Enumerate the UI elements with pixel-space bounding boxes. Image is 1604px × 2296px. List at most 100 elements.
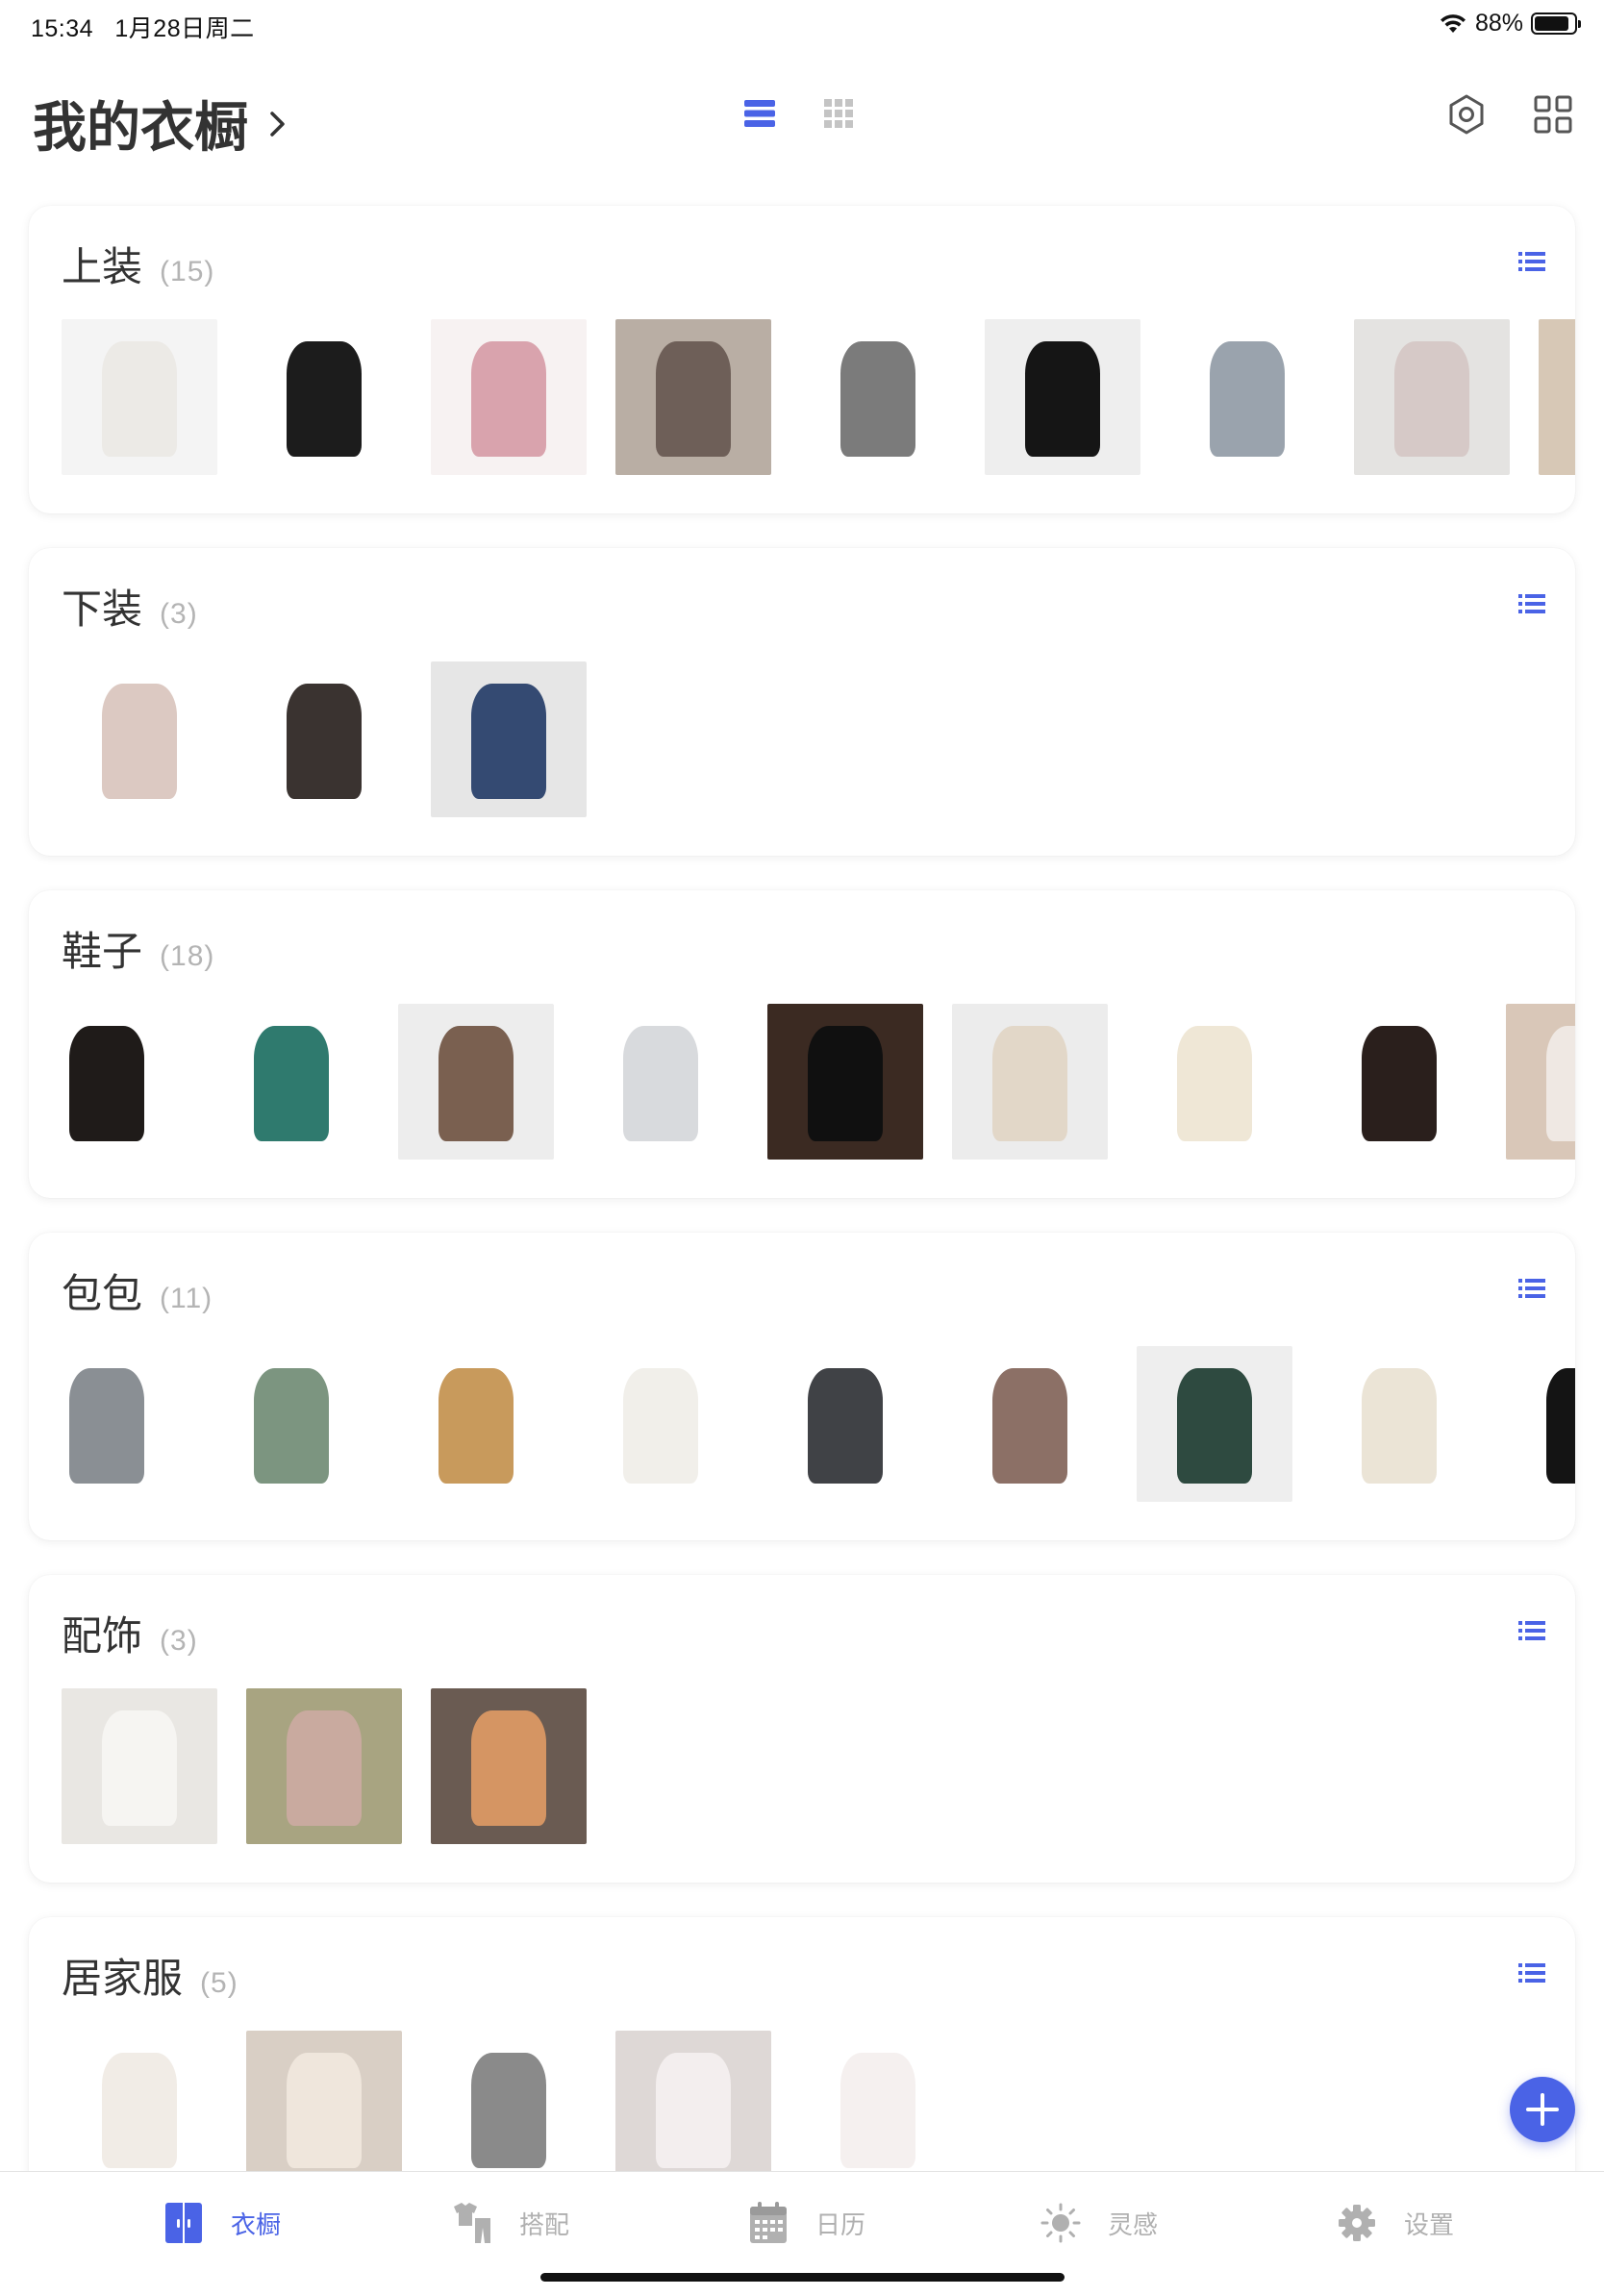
item-photo — [1210, 340, 1285, 457]
category-title: 下装 — [62, 586, 143, 632]
item-photo — [102, 340, 177, 457]
item-photo — [808, 1025, 883, 1141]
category-list-icon[interactable] — [1517, 250, 1546, 273]
item-thumbnail[interactable] — [583, 1346, 739, 1502]
category-card[interactable]: 鞋子 (18) — [29, 890, 1575, 1198]
item-thumbnail[interactable] — [62, 319, 217, 475]
item-thumbnail[interactable] — [767, 1004, 923, 1160]
item-thumbnail[interactable] — [615, 2031, 771, 2186]
item-thumbnail[interactable] — [29, 1004, 185, 1160]
tab-label: 灵感 — [1108, 2209, 1159, 2239]
category-list-icon[interactable] — [1517, 1619, 1546, 1642]
item-thumbnail[interactable] — [398, 1346, 554, 1502]
item-thumbnail[interactable] — [246, 1688, 402, 1844]
category-card[interactable]: 配饰 (3) — [29, 1575, 1575, 1883]
item-thumbnail[interactable] — [213, 1004, 369, 1160]
battery-icon — [1531, 12, 1581, 35]
item-photo — [840, 340, 915, 457]
item-thumbnail[interactable] — [767, 1346, 923, 1502]
item-photo — [1362, 1367, 1437, 1484]
tab-label: 搭配 — [519, 2209, 570, 2239]
category-card[interactable]: 上装 (15) — [29, 206, 1575, 513]
item-thumbnail[interactable] — [1137, 1346, 1292, 1502]
tab-wardrobe[interactable]: 衣橱 — [163, 2201, 281, 2245]
item-photo — [287, 340, 362, 457]
category-list-icon[interactable] — [1517, 592, 1546, 615]
item-thumbnail[interactable] — [800, 2031, 956, 2186]
list-view-button[interactable] — [742, 96, 777, 131]
view-toggle — [742, 96, 856, 131]
item-thumbnail[interactable] — [952, 1004, 1108, 1160]
item-thumbnail[interactable] — [246, 319, 402, 475]
category-card[interactable]: 下装 (3) — [29, 548, 1575, 856]
category-count: (11) — [160, 1283, 213, 1314]
item-thumbnail[interactable] — [800, 319, 956, 475]
settings-icon — [1339, 2205, 1375, 2241]
item-thumbnail[interactable] — [1137, 1004, 1292, 1160]
category-count: (3) — [160, 598, 198, 630]
item-thumbnail[interactable] — [398, 1004, 554, 1160]
item-thumbnail[interactable] — [615, 319, 771, 475]
item-thumbnail[interactable] — [1169, 319, 1325, 475]
item-photo — [623, 1367, 698, 1484]
item-thumbnail[interactable] — [985, 319, 1140, 475]
item-thumbnail[interactable] — [1354, 319, 1510, 475]
battery-level — [1535, 16, 1569, 31]
category-header: 下装 (3) — [62, 577, 198, 636]
add-item-button[interactable] — [1510, 2077, 1575, 2142]
category-list-icon[interactable] — [1517, 1961, 1546, 1984]
item-thumbnail[interactable] — [62, 2031, 217, 2186]
tab-settings[interactable]: 设置 — [1337, 2201, 1454, 2245]
item-thumbnail[interactable] — [1506, 1004, 1575, 1160]
item-photo — [69, 1367, 144, 1484]
item-photo — [102, 1710, 177, 1826]
item-thumbnail[interactable] — [246, 661, 402, 817]
item-thumbnail[interactable] — [431, 661, 587, 817]
item-thumbnail-row — [29, 1688, 1575, 1844]
page-title[interactable]: 我的衣橱 — [33, 85, 294, 162]
item-thumbnail[interactable] — [583, 1004, 739, 1160]
item-photo — [992, 1025, 1067, 1141]
calendar-icon — [750, 2202, 787, 2243]
settings-button[interactable] — [1444, 92, 1489, 137]
item-photo — [254, 1025, 329, 1141]
item-thumbnail-row — [29, 1004, 1575, 1160]
item-thumbnail[interactable] — [29, 1346, 185, 1502]
tab-outfit[interactable]: 搭配 — [452, 2201, 569, 2245]
battery-percent: 88% — [1474, 10, 1523, 37]
category-title: 包包 — [62, 1271, 143, 1316]
wifi-icon — [1440, 13, 1466, 33]
item-thumbnail-row — [29, 1346, 1575, 1502]
item-photo — [656, 2052, 731, 2168]
category-header: 居家服 (5) — [62, 1946, 238, 2005]
item-thumbnail[interactable] — [431, 319, 587, 475]
item-photo — [439, 1025, 514, 1141]
item-thumbnail[interactable] — [62, 661, 217, 817]
item-thumbnail-row — [29, 2031, 1575, 2186]
item-thumbnail[interactable] — [431, 1688, 587, 1844]
item-thumbnail[interactable] — [1539, 319, 1575, 475]
item-thumbnail[interactable] — [1506, 1346, 1575, 1502]
item-photo — [840, 2052, 915, 2168]
grid-view-icon — [824, 99, 853, 128]
item-photo — [287, 2052, 362, 2168]
item-photo — [254, 1367, 329, 1484]
tab-inspiration[interactable]: 灵感 — [1040, 2201, 1158, 2245]
item-thumbnail[interactable] — [1321, 1004, 1477, 1160]
tab-calendar[interactable]: 日历 — [748, 2201, 865, 2245]
category-list-icon[interactable] — [1517, 1277, 1546, 1300]
item-photo — [623, 1025, 698, 1141]
item-thumbnail[interactable] — [952, 1346, 1108, 1502]
categories-button[interactable] — [1531, 92, 1575, 137]
category-title: 居家服 — [62, 1956, 184, 2001]
item-thumbnail[interactable] — [1321, 1346, 1477, 1502]
category-count: (18) — [160, 940, 215, 972]
item-thumbnail[interactable] — [431, 2031, 587, 2186]
item-photo — [471, 683, 546, 799]
grid-view-button[interactable] — [821, 96, 856, 131]
category-card[interactable]: 包包 (11) — [29, 1233, 1575, 1540]
item-thumbnail[interactable] — [213, 1346, 369, 1502]
item-thumbnail[interactable] — [62, 1688, 217, 1844]
item-photo — [471, 2052, 546, 2168]
item-thumbnail[interactable] — [246, 2031, 402, 2186]
